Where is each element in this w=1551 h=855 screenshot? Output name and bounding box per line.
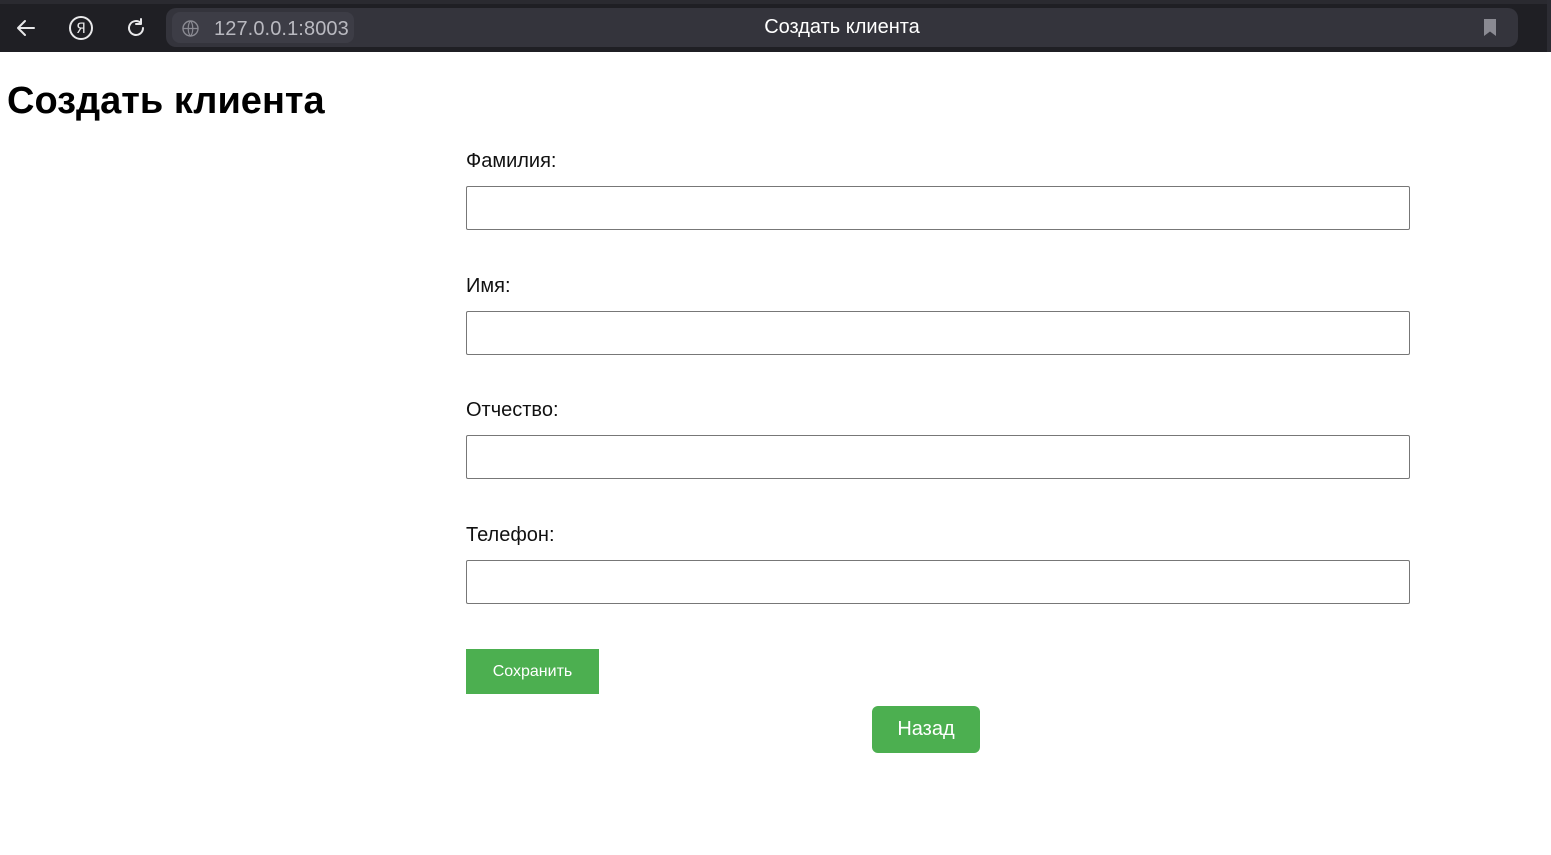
window-edge xyxy=(1547,0,1551,52)
yandex-icon[interactable]: Я xyxy=(63,10,99,46)
url-chip[interactable]: 127.0.0.1:8003 xyxy=(172,12,354,43)
last-name-input[interactable] xyxy=(466,186,1410,230)
address-bar[interactable]: 127.0.0.1:8003 Создать клиента xyxy=(166,8,1518,47)
phone-label: Телефон: xyxy=(466,524,555,546)
first-name-input[interactable] xyxy=(466,311,1410,355)
back-button[interactable]: Назад xyxy=(872,706,980,753)
tab-strip xyxy=(0,0,1551,4)
url-text: 127.0.0.1:8003 xyxy=(214,18,349,40)
tab-title: Создать клиента xyxy=(764,16,920,38)
svg-text:Я: Я xyxy=(76,21,86,37)
phone-input[interactable] xyxy=(466,560,1410,604)
globe-icon xyxy=(182,20,199,37)
patronymic-input[interactable] xyxy=(466,435,1410,479)
last-name-label: Фамилия: xyxy=(466,150,557,172)
bookmark-icon[interactable] xyxy=(1483,18,1497,37)
browser-toolbar: Я 127.0.0.1:8003 Создать клиента xyxy=(0,0,1551,52)
save-button[interactable]: Сохранить xyxy=(466,649,599,694)
first-name-label: Имя: xyxy=(466,275,511,297)
reload-icon[interactable] xyxy=(118,10,154,46)
back-arrow-icon[interactable] xyxy=(8,10,44,46)
page-title: Создать клиента xyxy=(7,80,325,122)
patronymic-label: Отчество: xyxy=(466,399,559,421)
